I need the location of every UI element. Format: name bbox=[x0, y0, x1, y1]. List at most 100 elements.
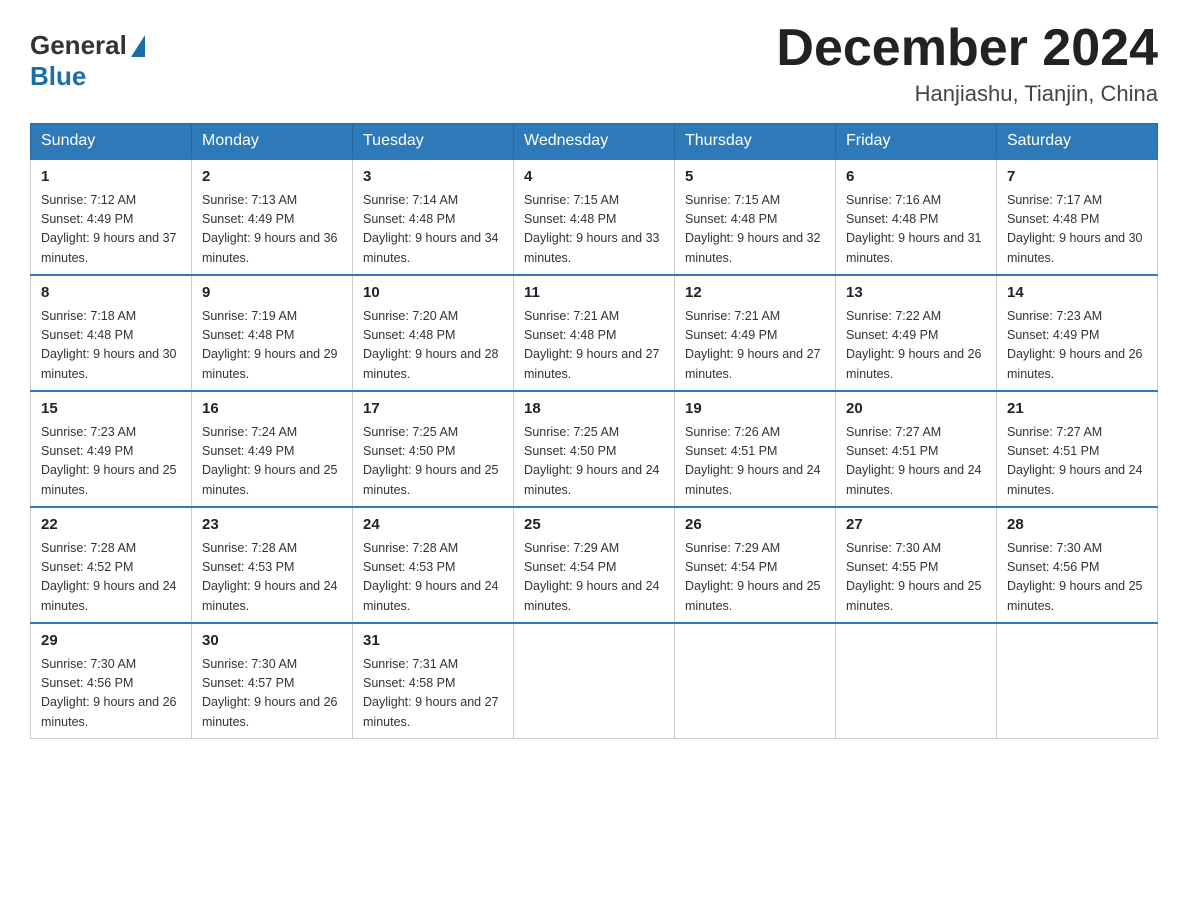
logo-triangle-icon bbox=[131, 35, 145, 57]
calendar-week-row: 15Sunrise: 7:23 AMSunset: 4:49 PMDayligh… bbox=[31, 391, 1158, 507]
day-info: Sunrise: 7:21 AMSunset: 4:48 PMDaylight:… bbox=[524, 307, 664, 385]
day-info: Sunrise: 7:20 AMSunset: 4:48 PMDaylight:… bbox=[363, 307, 503, 385]
day-number: 12 bbox=[685, 282, 825, 305]
day-info: Sunrise: 7:29 AMSunset: 4:54 PMDaylight:… bbox=[524, 539, 664, 617]
calendar-cell: 18Sunrise: 7:25 AMSunset: 4:50 PMDayligh… bbox=[514, 391, 675, 507]
location-subtitle: Hanjiashu, Tianjin, China bbox=[776, 81, 1158, 107]
day-info: Sunrise: 7:12 AMSunset: 4:49 PMDaylight:… bbox=[41, 191, 181, 269]
day-number: 4 bbox=[524, 166, 664, 189]
calendar-week-row: 1Sunrise: 7:12 AMSunset: 4:49 PMDaylight… bbox=[31, 159, 1158, 275]
calendar-cell bbox=[836, 623, 997, 739]
day-info: Sunrise: 7:17 AMSunset: 4:48 PMDaylight:… bbox=[1007, 191, 1147, 269]
calendar-cell: 7Sunrise: 7:17 AMSunset: 4:48 PMDaylight… bbox=[997, 159, 1158, 275]
day-number: 24 bbox=[363, 514, 503, 537]
day-number: 27 bbox=[846, 514, 986, 537]
day-info: Sunrise: 7:26 AMSunset: 4:51 PMDaylight:… bbox=[685, 423, 825, 501]
calendar-cell bbox=[514, 623, 675, 739]
calendar-cell: 17Sunrise: 7:25 AMSunset: 4:50 PMDayligh… bbox=[353, 391, 514, 507]
day-info: Sunrise: 7:31 AMSunset: 4:58 PMDaylight:… bbox=[363, 655, 503, 733]
calendar-cell: 13Sunrise: 7:22 AMSunset: 4:49 PMDayligh… bbox=[836, 275, 997, 391]
calendar-cell: 5Sunrise: 7:15 AMSunset: 4:48 PMDaylight… bbox=[675, 159, 836, 275]
day-number: 19 bbox=[685, 398, 825, 421]
day-number: 23 bbox=[202, 514, 342, 537]
calendar-cell: 11Sunrise: 7:21 AMSunset: 4:48 PMDayligh… bbox=[514, 275, 675, 391]
day-info: Sunrise: 7:30 AMSunset: 4:55 PMDaylight:… bbox=[846, 539, 986, 617]
day-number: 16 bbox=[202, 398, 342, 421]
day-number: 3 bbox=[363, 166, 503, 189]
calendar-week-row: 29Sunrise: 7:30 AMSunset: 4:56 PMDayligh… bbox=[31, 623, 1158, 739]
day-number: 8 bbox=[41, 282, 181, 305]
day-info: Sunrise: 7:27 AMSunset: 4:51 PMDaylight:… bbox=[846, 423, 986, 501]
day-info: Sunrise: 7:27 AMSunset: 4:51 PMDaylight:… bbox=[1007, 423, 1147, 501]
day-number: 7 bbox=[1007, 166, 1147, 189]
day-number: 20 bbox=[846, 398, 986, 421]
calendar-cell: 28Sunrise: 7:30 AMSunset: 4:56 PMDayligh… bbox=[997, 507, 1158, 623]
day-info: Sunrise: 7:13 AMSunset: 4:49 PMDaylight:… bbox=[202, 191, 342, 269]
day-info: Sunrise: 7:15 AMSunset: 4:48 PMDaylight:… bbox=[685, 191, 825, 269]
day-info: Sunrise: 7:28 AMSunset: 4:52 PMDaylight:… bbox=[41, 539, 181, 617]
month-title: December 2024 bbox=[776, 20, 1158, 77]
calendar-cell: 26Sunrise: 7:29 AMSunset: 4:54 PMDayligh… bbox=[675, 507, 836, 623]
day-info: Sunrise: 7:23 AMSunset: 4:49 PMDaylight:… bbox=[41, 423, 181, 501]
weekday-header-saturday: Saturday bbox=[997, 124, 1158, 160]
day-number: 18 bbox=[524, 398, 664, 421]
day-info: Sunrise: 7:25 AMSunset: 4:50 PMDaylight:… bbox=[363, 423, 503, 501]
day-number: 22 bbox=[41, 514, 181, 537]
calendar-cell: 25Sunrise: 7:29 AMSunset: 4:54 PMDayligh… bbox=[514, 507, 675, 623]
day-info: Sunrise: 7:21 AMSunset: 4:49 PMDaylight:… bbox=[685, 307, 825, 385]
day-number: 25 bbox=[524, 514, 664, 537]
day-number: 26 bbox=[685, 514, 825, 537]
calendar-cell: 23Sunrise: 7:28 AMSunset: 4:53 PMDayligh… bbox=[192, 507, 353, 623]
logo-general-text: General bbox=[30, 30, 127, 61]
day-number: 28 bbox=[1007, 514, 1147, 537]
day-info: Sunrise: 7:15 AMSunset: 4:48 PMDaylight:… bbox=[524, 191, 664, 269]
calendar-week-row: 8Sunrise: 7:18 AMSunset: 4:48 PMDaylight… bbox=[31, 275, 1158, 391]
calendar-cell: 29Sunrise: 7:30 AMSunset: 4:56 PMDayligh… bbox=[31, 623, 192, 739]
logo-blue-text: Blue bbox=[30, 61, 86, 91]
weekday-header-thursday: Thursday bbox=[675, 124, 836, 160]
calendar-cell: 15Sunrise: 7:23 AMSunset: 4:49 PMDayligh… bbox=[31, 391, 192, 507]
calendar-cell: 6Sunrise: 7:16 AMSunset: 4:48 PMDaylight… bbox=[836, 159, 997, 275]
day-info: Sunrise: 7:29 AMSunset: 4:54 PMDaylight:… bbox=[685, 539, 825, 617]
calendar-cell bbox=[997, 623, 1158, 739]
calendar-week-row: 22Sunrise: 7:28 AMSunset: 4:52 PMDayligh… bbox=[31, 507, 1158, 623]
day-number: 1 bbox=[41, 166, 181, 189]
day-info: Sunrise: 7:19 AMSunset: 4:48 PMDaylight:… bbox=[202, 307, 342, 385]
day-info: Sunrise: 7:25 AMSunset: 4:50 PMDaylight:… bbox=[524, 423, 664, 501]
calendar-cell: 19Sunrise: 7:26 AMSunset: 4:51 PMDayligh… bbox=[675, 391, 836, 507]
calendar-cell: 21Sunrise: 7:27 AMSunset: 4:51 PMDayligh… bbox=[997, 391, 1158, 507]
calendar-cell: 8Sunrise: 7:18 AMSunset: 4:48 PMDaylight… bbox=[31, 275, 192, 391]
calendar-table: SundayMondayTuesdayWednesdayThursdayFrid… bbox=[30, 123, 1158, 739]
day-number: 14 bbox=[1007, 282, 1147, 305]
calendar-cell: 2Sunrise: 7:13 AMSunset: 4:49 PMDaylight… bbox=[192, 159, 353, 275]
weekday-header-sunday: Sunday bbox=[31, 124, 192, 160]
weekday-header-tuesday: Tuesday bbox=[353, 124, 514, 160]
calendar-cell: 24Sunrise: 7:28 AMSunset: 4:53 PMDayligh… bbox=[353, 507, 514, 623]
calendar-cell: 20Sunrise: 7:27 AMSunset: 4:51 PMDayligh… bbox=[836, 391, 997, 507]
day-number: 6 bbox=[846, 166, 986, 189]
calendar-cell: 3Sunrise: 7:14 AMSunset: 4:48 PMDaylight… bbox=[353, 159, 514, 275]
calendar-cell bbox=[675, 623, 836, 739]
day-number: 11 bbox=[524, 282, 664, 305]
calendar-cell: 30Sunrise: 7:30 AMSunset: 4:57 PMDayligh… bbox=[192, 623, 353, 739]
weekday-header-friday: Friday bbox=[836, 124, 997, 160]
calendar-cell: 10Sunrise: 7:20 AMSunset: 4:48 PMDayligh… bbox=[353, 275, 514, 391]
day-number: 9 bbox=[202, 282, 342, 305]
day-number: 5 bbox=[685, 166, 825, 189]
day-number: 15 bbox=[41, 398, 181, 421]
day-info: Sunrise: 7:22 AMSunset: 4:49 PMDaylight:… bbox=[846, 307, 986, 385]
header: General Blue December 2024 Hanjiashu, Ti… bbox=[30, 20, 1158, 107]
logo: General Blue bbox=[30, 30, 149, 92]
calendar-cell: 27Sunrise: 7:30 AMSunset: 4:55 PMDayligh… bbox=[836, 507, 997, 623]
day-info: Sunrise: 7:24 AMSunset: 4:49 PMDaylight:… bbox=[202, 423, 342, 501]
calendar-cell: 12Sunrise: 7:21 AMSunset: 4:49 PMDayligh… bbox=[675, 275, 836, 391]
calendar-cell: 16Sunrise: 7:24 AMSunset: 4:49 PMDayligh… bbox=[192, 391, 353, 507]
day-info: Sunrise: 7:30 AMSunset: 4:57 PMDaylight:… bbox=[202, 655, 342, 733]
weekday-header-wednesday: Wednesday bbox=[514, 124, 675, 160]
day-number: 10 bbox=[363, 282, 503, 305]
day-info: Sunrise: 7:23 AMSunset: 4:49 PMDaylight:… bbox=[1007, 307, 1147, 385]
day-number: 21 bbox=[1007, 398, 1147, 421]
day-info: Sunrise: 7:14 AMSunset: 4:48 PMDaylight:… bbox=[363, 191, 503, 269]
day-number: 2 bbox=[202, 166, 342, 189]
day-info: Sunrise: 7:30 AMSunset: 4:56 PMDaylight:… bbox=[1007, 539, 1147, 617]
